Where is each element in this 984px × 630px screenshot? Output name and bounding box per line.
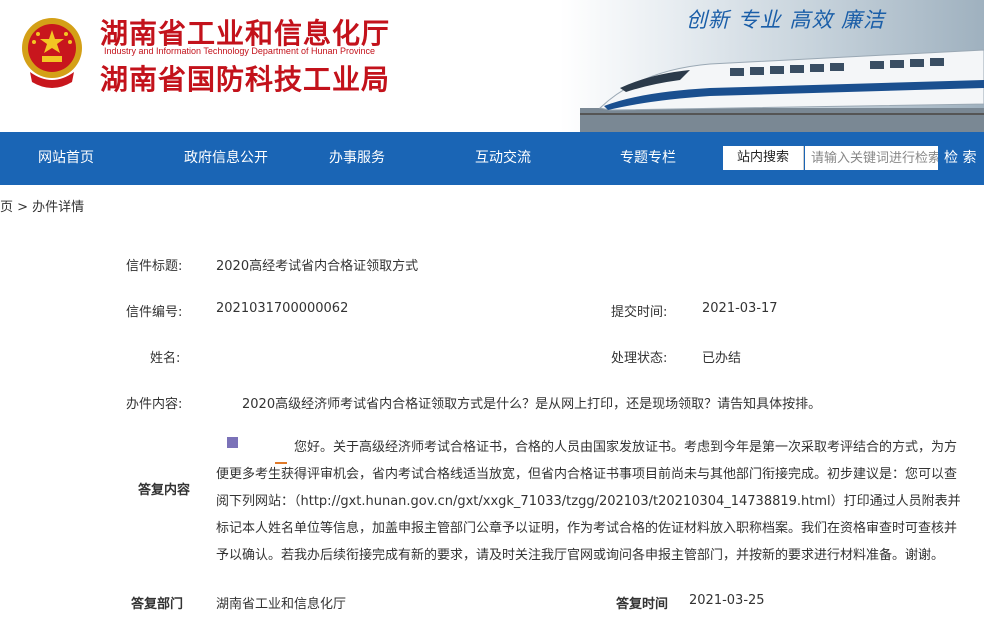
national-emblem-icon — [22, 18, 82, 88]
reply-label: 答复内容 — [138, 483, 191, 498]
letter-title-label: 信件标题: — [126, 259, 183, 274]
reply-dept-value: 湖南省工业和信息化厅 — [216, 597, 347, 612]
search-input[interactable] — [805, 146, 938, 170]
nav-item-gov-info[interactable]: 政府信息公开 — [184, 132, 268, 185]
letter-number-label: 信件编号: — [126, 305, 183, 320]
reply-dept-label: 答复部门 — [131, 597, 184, 612]
submit-time-value: 2021-03-17 — [702, 301, 778, 316]
name-label: 姓名: — [150, 351, 181, 366]
search-scope-label[interactable]: 站内搜索 — [723, 146, 804, 170]
site-header: 湖南省工业和信息化厅 Industry and Information Tech… — [0, 0, 984, 132]
breadcrumb: 页 > 办件详情 — [0, 200, 85, 215]
search-button[interactable]: 检 索 — [944, 146, 976, 170]
status-label: 处理状态: — [611, 351, 668, 366]
status-value: 已办结 — [702, 351, 742, 366]
letter-number-value: 2021031700000062 — [216, 301, 349, 316]
nav-item-services[interactable]: 办事服务 — [329, 132, 385, 185]
reply-time-value: 2021-03-25 — [689, 593, 765, 608]
site-title-english: Industry and Information Technology Depa… — [104, 46, 375, 56]
letter-title-value: 2020高经考试省内合格证领取方式 — [216, 259, 419, 274]
reply-time-label: 答复时间 — [616, 597, 669, 612]
nav-item-topics[interactable]: 专题专栏 — [620, 132, 676, 185]
site-subtitle: 湖南省国防科技工业局 — [100, 63, 391, 96]
content-value: 2020高级经济师考试省内合格证领取方式是什么？是从网上打印，还是现场领取？请告… — [242, 397, 822, 412]
submit-time-label: 提交时间: — [611, 305, 668, 320]
content-label: 办件内容: — [126, 397, 183, 412]
nav-item-interaction[interactable]: 互动交流 — [475, 132, 531, 185]
train-illustration-icon — [580, 49, 984, 132]
reply-content: 您好。关于高级经济师考试合格证书，合格的人员由国家发放证书。考虑到今年是第一次采… — [216, 440, 961, 563]
nav-item-home[interactable]: 网站首页 — [38, 132, 94, 185]
